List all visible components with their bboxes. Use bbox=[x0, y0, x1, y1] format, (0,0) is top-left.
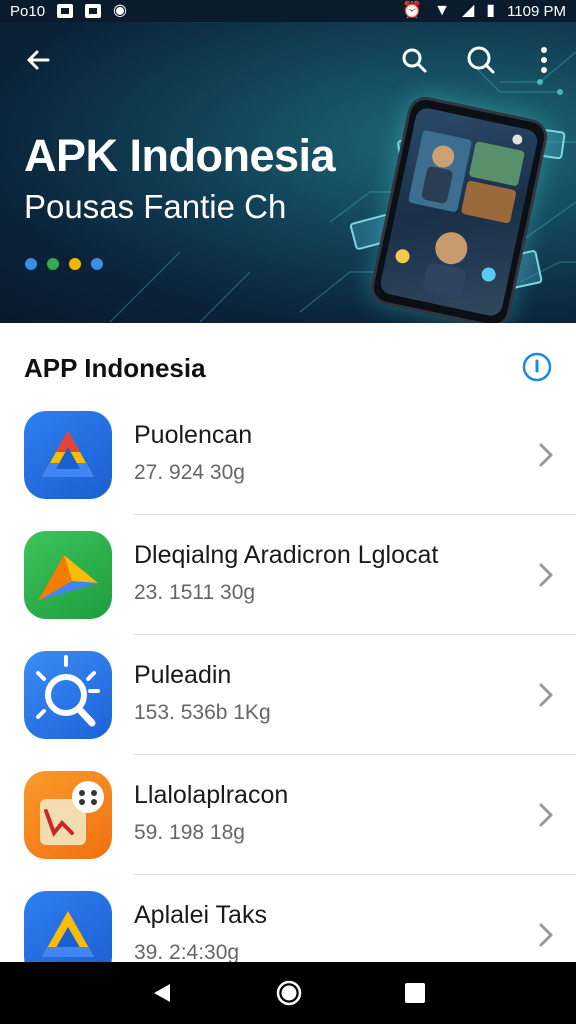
app-size: 153. 536b 1Kg bbox=[134, 701, 271, 724]
system-nav-bar bbox=[0, 962, 576, 1024]
carousel-dot[interactable] bbox=[47, 258, 59, 270]
app-size: 27. 924 30g bbox=[134, 461, 245, 484]
app-name: Puleadin bbox=[134, 661, 232, 689]
carousel-dot[interactable] bbox=[69, 258, 81, 270]
more-options-button[interactable] bbox=[526, 42, 562, 78]
search-icon bbox=[402, 48, 427, 73]
signal-icon: ◢ bbox=[461, 2, 475, 19]
more-vert-icon bbox=[541, 47, 547, 73]
search-secondary-button[interactable] bbox=[463, 42, 499, 78]
app-name: Dleqialng Aradicron Lglocat bbox=[134, 541, 439, 569]
search-lens-icon bbox=[24, 651, 112, 739]
section-header: APP Indonesia bbox=[0, 323, 576, 405]
back-arrow-icon bbox=[27, 50, 50, 70]
chevron-right-icon bbox=[539, 563, 553, 587]
chevron-right-icon bbox=[539, 443, 553, 467]
app-name: Aplalei Taks bbox=[134, 901, 267, 929]
alarm-icon: ⏰ bbox=[402, 2, 423, 19]
status-right: ⏰ ▼ ◢ ▮ 1109 PM bbox=[402, 3, 566, 20]
chevron-right-icon bbox=[539, 683, 553, 707]
list-item[interactable]: Puolencan 27. 924 30g bbox=[0, 395, 576, 515]
app-name: Llalolaplracon bbox=[134, 781, 289, 809]
play-triangle-icon bbox=[24, 531, 112, 619]
triangle-drive-icon bbox=[24, 411, 112, 499]
back-button[interactable] bbox=[20, 42, 56, 78]
app-name: Puolencan bbox=[134, 421, 253, 449]
carousel-dot[interactable] bbox=[25, 258, 37, 270]
battery-icon: ▮ bbox=[486, 2, 496, 19]
phone-screen-art bbox=[395, 130, 525, 298]
board-game-icon bbox=[24, 771, 112, 859]
phone-screen bbox=[378, 106, 540, 318]
app-notification-icon: ◉ bbox=[113, 2, 128, 19]
app-size: 59. 198 18g bbox=[134, 821, 245, 844]
app-list: Puolencan 27. 924 30g Dleqialng Aradicro… bbox=[0, 395, 576, 995]
back-triangle-icon[interactable] bbox=[150, 981, 174, 1005]
status-bar: Po10 ◉ ⏰ ▼ ◢ ▮ 1109 PM bbox=[0, 0, 576, 22]
recents-square-icon[interactable] bbox=[404, 982, 426, 1004]
hero-banner: APK Indonesia Pousas Fantie Ch bbox=[0, 22, 576, 323]
chevron-right-icon bbox=[539, 923, 553, 947]
carrier-text: Po10 bbox=[10, 2, 46, 20]
status-left: Po10 ◉ bbox=[10, 3, 127, 20]
carousel-dots bbox=[25, 258, 103, 270]
search-icon bbox=[467, 46, 495, 74]
info-icon[interactable] bbox=[521, 351, 553, 383]
search-button[interactable] bbox=[396, 42, 432, 78]
header-title: APK Indonesia bbox=[24, 130, 336, 181]
list-item[interactable]: Dleqialng Aradicron Lglocat 23. 1511 30g bbox=[0, 515, 576, 635]
photo-notification-icon bbox=[85, 4, 102, 18]
header-subtitle: Pousas Fantie Ch bbox=[24, 188, 287, 225]
list-item[interactable]: Llalolaplracon 59. 198 18g bbox=[0, 755, 576, 875]
wifi-icon: ▼ bbox=[434, 2, 450, 19]
home-circle-icon[interactable] bbox=[275, 979, 303, 1007]
status-time: 1109 PM bbox=[507, 2, 566, 20]
list-item[interactable]: Puleadin 153. 536b 1Kg bbox=[0, 635, 576, 755]
app-size: 23. 1511 30g bbox=[134, 581, 256, 604]
section-title: APP Indonesia bbox=[24, 353, 206, 383]
image-notification-icon bbox=[57, 4, 74, 18]
chevron-right-icon bbox=[539, 803, 553, 827]
carousel-dot[interactable] bbox=[91, 258, 103, 270]
